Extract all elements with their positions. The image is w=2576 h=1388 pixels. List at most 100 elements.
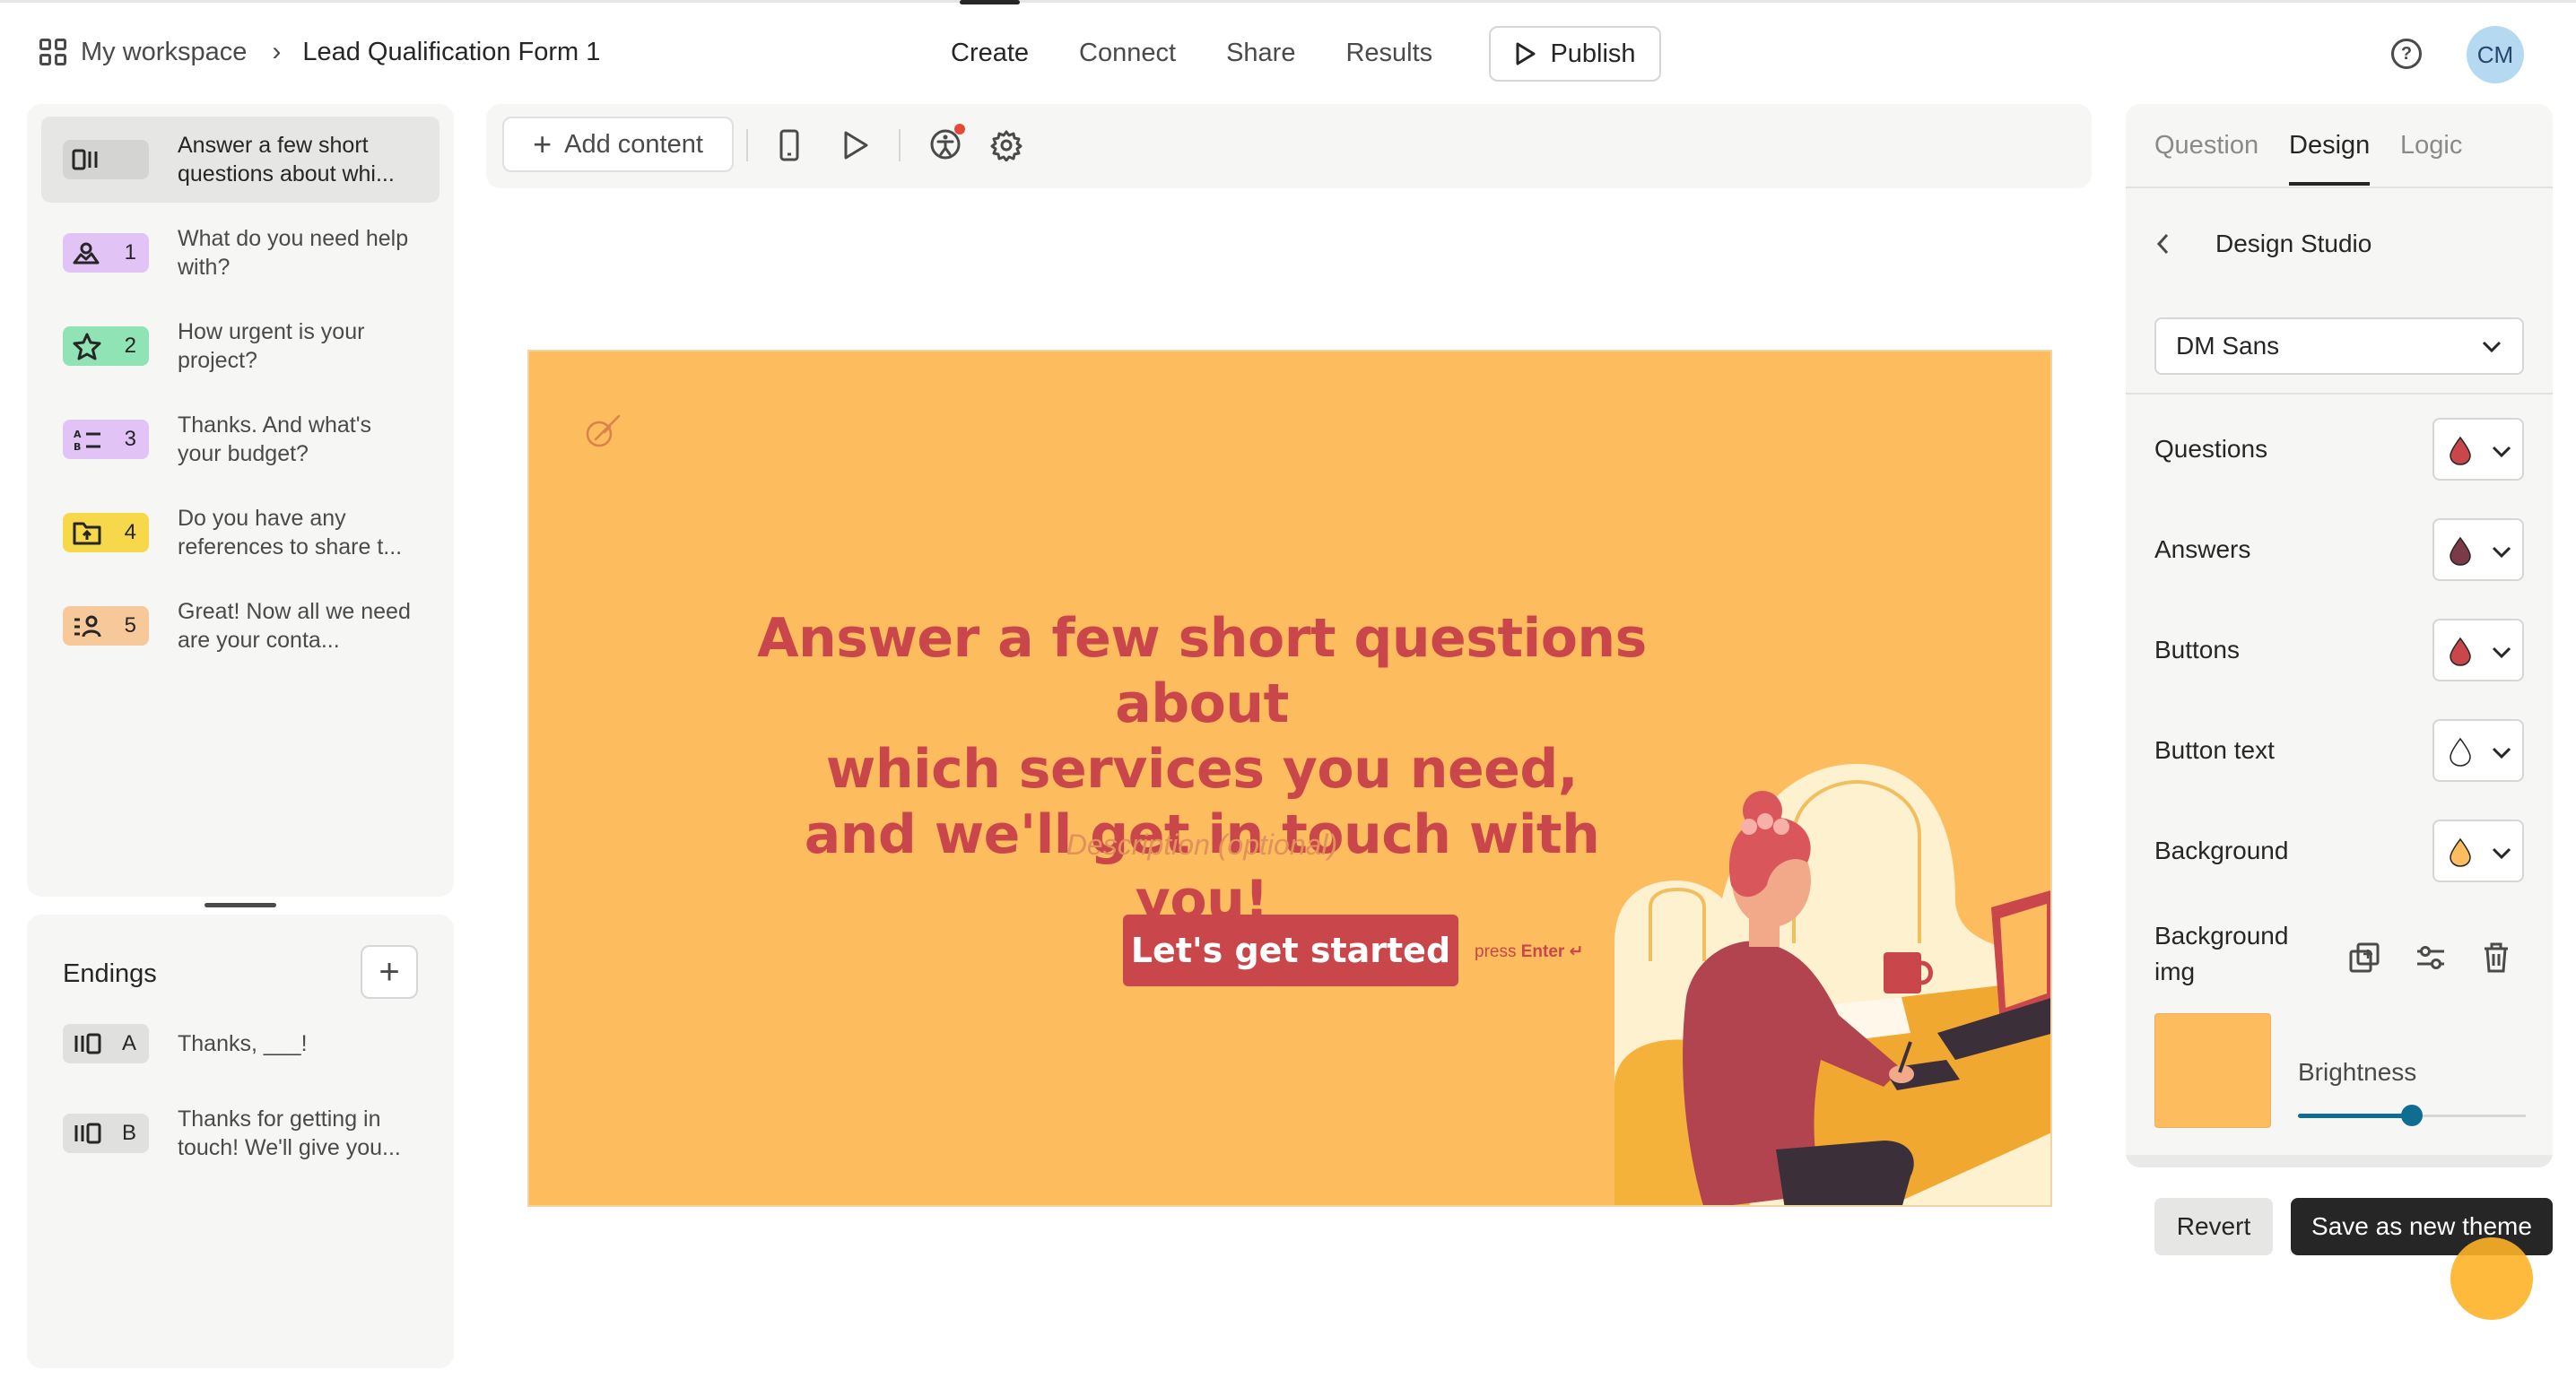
chevron-left-icon[interactable] xyxy=(2154,231,2171,256)
design-studio-header: Design Studio xyxy=(2154,230,2371,258)
font-select[interactable]: DM Sans xyxy=(2154,317,2524,375)
breadcrumb-workspace[interactable]: My workspace xyxy=(81,38,247,67)
ending-screen-icon xyxy=(74,1123,101,1144)
background-color-picker[interactable] xyxy=(2432,820,2524,882)
tab-design[interactable]: Design xyxy=(2289,131,2371,186)
toolbar-divider xyxy=(899,129,901,161)
brightness-label: Brightness xyxy=(2298,1058,2417,1086)
breadcrumb-form-name[interactable]: Lead Qualification Form 1 xyxy=(302,38,600,67)
tab-share[interactable]: Share xyxy=(1226,3,1295,103)
color-row-background: Background xyxy=(2154,820,2524,882)
ending-text: Thanks for getting in touch! We'll give … xyxy=(178,1106,401,1160)
breadcrumb: My workspace › Lead Qualification Form 1 xyxy=(39,37,600,67)
question-text: How urgent is your project? xyxy=(178,319,365,373)
mobile-preview-icon[interactable] xyxy=(779,129,800,161)
buttons-color-picker[interactable] xyxy=(2432,619,2524,681)
avatar[interactable]: CM xyxy=(2467,26,2524,83)
add-ending-button[interactable]: + xyxy=(361,945,418,999)
panel-resize-handle[interactable] xyxy=(205,903,276,907)
ending-screen-icon xyxy=(74,1033,101,1054)
endings-panel: Endings + A Thanks, ___! B Thanks for ge… xyxy=(27,915,454,1368)
ending-letter: A xyxy=(121,1031,136,1055)
question-item-5[interactable]: 5 Great! Now all we need are your conta.… xyxy=(41,583,439,669)
button-text-color-picker[interactable] xyxy=(2432,719,2524,782)
brush-logo-icon xyxy=(586,414,621,447)
welcome-title-line: which services you need, xyxy=(825,738,1579,801)
replace-image-icon[interactable] xyxy=(2348,941,2380,974)
question-text: What do you need help with? xyxy=(178,226,409,280)
contact-info-icon xyxy=(74,615,101,638)
ending-text: Thanks, ___! xyxy=(178,1031,308,1056)
adjust-sliders-icon[interactable] xyxy=(2415,941,2447,974)
ending-item-b[interactable]: B Thanks for getting in touch! We'll giv… xyxy=(41,1090,439,1176)
tab-logic[interactable]: Logic xyxy=(2400,131,2462,160)
workspace-grid-icon[interactable] xyxy=(39,39,66,65)
svg-text:B: B xyxy=(74,441,81,452)
droplet-icon xyxy=(2450,837,2471,867)
questions-color-picker[interactable] xyxy=(2432,418,2524,481)
preview-play-icon[interactable] xyxy=(841,129,870,161)
add-content-label: Add content xyxy=(564,129,703,159)
press-hint-text: press xyxy=(1475,942,1517,961)
color-row-label: Buttons xyxy=(2154,636,2240,664)
question-number: 2 xyxy=(124,334,136,358)
question-item-3[interactable]: AB 3 Thanks. And what's your budget? xyxy=(41,396,439,482)
color-row-questions: Questions xyxy=(2154,418,2524,481)
question-item-welcome[interactable]: Answer a few short questions about whi..… xyxy=(41,117,439,203)
question-item-2[interactable]: 2 How urgent is your project? xyxy=(41,303,439,389)
question-badge: 5 xyxy=(63,606,149,646)
ending-item-a[interactable]: A Thanks, ___! xyxy=(41,1001,439,1087)
ending-badge: B xyxy=(63,1114,149,1153)
background-image-label: Background img xyxy=(2154,918,2288,990)
welcome-description[interactable]: Description (optional) xyxy=(978,828,1426,862)
form-preview-canvas[interactable]: Answer a few short questions about which… xyxy=(527,350,2052,1207)
brightness-slider-handle[interactable] xyxy=(2401,1105,2423,1126)
question-badge xyxy=(63,140,149,179)
publish-button[interactable]: Publish xyxy=(1489,26,1661,82)
top-bar: My workspace › Lead Qualification Form 1… xyxy=(0,0,2576,100)
color-row-buttons: Buttons xyxy=(2154,619,2524,681)
color-row-button-text: Button text xyxy=(2154,719,2524,782)
settings-gear-icon[interactable] xyxy=(990,129,1023,161)
help-icon[interactable]: ? xyxy=(2391,39,2422,69)
question-number: 3 xyxy=(124,427,136,451)
add-content-button[interactable]: + Add content xyxy=(502,117,734,172)
main-tabs: Create Connect Share Results xyxy=(951,0,1483,103)
background-image-thumbnail[interactable] xyxy=(2154,1013,2271,1128)
toolbar-divider xyxy=(746,129,748,161)
answers-color-picker[interactable] xyxy=(2432,518,2524,581)
svg-text:A: A xyxy=(74,429,82,440)
accessibility-icon[interactable] xyxy=(927,122,967,161)
play-icon xyxy=(1516,42,1536,65)
picture-choice-icon xyxy=(73,242,100,265)
question-text: Answer a few short questions about whi..… xyxy=(178,133,395,187)
question-item-4[interactable]: 4 Do you have any references to share t.… xyxy=(41,490,439,576)
question-item-1[interactable]: 1 What do you need help with? xyxy=(41,210,439,296)
design-studio-title: Design Studio xyxy=(2215,230,2372,257)
tab-question[interactable]: Question xyxy=(2154,131,2258,160)
welcome-title-line: Answer a few short questions about xyxy=(757,607,1647,735)
droplet-icon xyxy=(2450,436,2471,465)
breadcrumb-separator-icon: › xyxy=(272,37,282,66)
question-number: 5 xyxy=(124,613,136,638)
chevron-down-icon xyxy=(2492,847,2511,860)
tab-connect[interactable]: Connect xyxy=(1079,3,1176,103)
chevron-down-icon xyxy=(2492,446,2511,458)
brightness-slider[interactable] xyxy=(2298,1105,2526,1126)
droplet-icon xyxy=(2450,637,2471,666)
question-badge: 4 xyxy=(63,513,149,552)
droplet-icon xyxy=(2450,737,2471,767)
tab-results[interactable]: Results xyxy=(1345,3,1432,103)
tab-create[interactable]: Create xyxy=(951,0,1029,103)
background-image-label-line: img xyxy=(2154,958,2196,985)
ending-letter: B xyxy=(121,1121,136,1145)
revert-button[interactable]: Revert xyxy=(2154,1198,2273,1255)
welcome-title[interactable]: Answer a few short questions about which… xyxy=(753,606,1650,933)
welcome-screen-icon xyxy=(72,149,98,170)
color-row-label: Answers xyxy=(2154,535,2251,563)
start-button[interactable]: Let's get started xyxy=(1123,915,1458,986)
editor-toolbar: + Add content xyxy=(486,104,2092,188)
trash-icon[interactable] xyxy=(2481,941,2511,974)
color-row-label: Questions xyxy=(2154,435,2268,463)
question-badge: AB 3 xyxy=(63,420,149,459)
